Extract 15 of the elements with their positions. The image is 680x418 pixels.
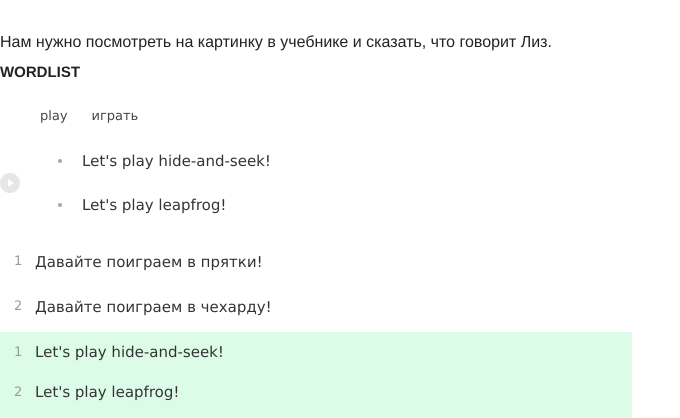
play-icon[interactable] — [0, 173, 20, 193]
line-number: 1 — [13, 254, 24, 269]
line-number: 2 — [13, 299, 24, 314]
example-sentence: Let's play leapfrog! — [82, 196, 226, 214]
example-sentence: Let's play hide-and-seek! — [82, 152, 271, 170]
answer-sentence: Let's play leapfrog! — [35, 383, 180, 401]
word-translation: играть — [92, 109, 138, 125]
word: play — [40, 109, 68, 125]
intro-text: Нам нужно посмотреть на картинку в учебнике и сказать, что говорит Лиз. — [0, 33, 553, 52]
line-number: 2 — [13, 384, 24, 400]
translation-sentence: Давайте поиграем в чехарду! — [35, 298, 272, 316]
line-number: 1 — [13, 344, 24, 360]
answer-sentence: Let's play hide-and-seek! — [35, 343, 224, 361]
wordlist-heading: WORDLIST — [0, 64, 81, 81]
translation-sentence: Давайте поиграем в прятки! — [35, 252, 263, 270]
